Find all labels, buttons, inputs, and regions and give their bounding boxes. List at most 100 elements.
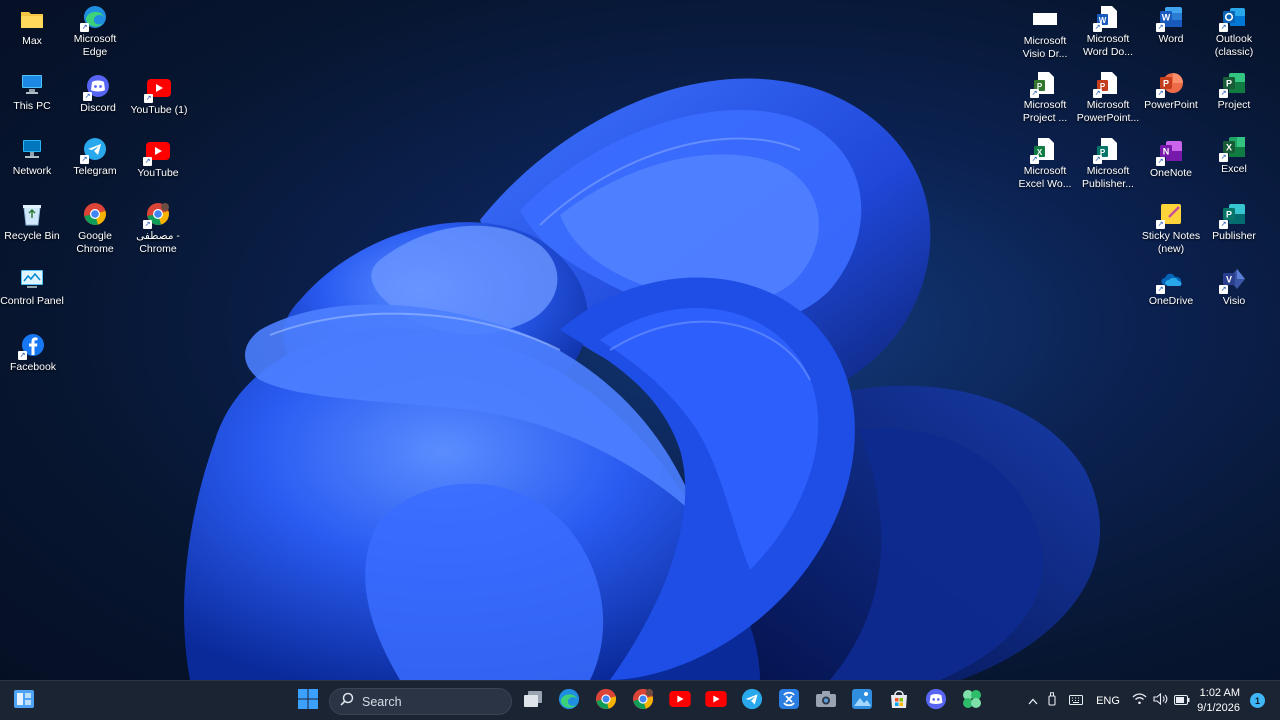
- publisher-file-icon: P ↗: [1093, 136, 1121, 164]
- desktop-icon-telegram[interactable]: ↗ Telegram: [63, 134, 127, 178]
- taskbar-chrome-profile[interactable]: [627, 685, 659, 717]
- desktop-icon-youtube[interactable]: ↗ YouTube: [126, 136, 190, 180]
- facebook-icon: ↗: [18, 332, 46, 360]
- powerpoint-file-icon: P ↗: [1093, 70, 1121, 98]
- folder-icon: [19, 6, 45, 32]
- svg-text:N: N: [1163, 147, 1170, 157]
- task-view-button[interactable]: [517, 685, 549, 717]
- taskbar-telegram[interactable]: [736, 685, 768, 717]
- desktop-icon-publisher[interactable]: P ↗ Publisher: [1202, 199, 1266, 243]
- taskbar-clipchamp[interactable]: [956, 685, 988, 717]
- youtube-icon: ↗: [143, 138, 171, 166]
- taskbar-chrome[interactable]: [590, 685, 622, 717]
- telegram-icon: [741, 688, 763, 715]
- widgets-button[interactable]: [8, 685, 40, 717]
- onenote-icon: N ↗: [1156, 138, 1184, 166]
- desktop-icon-recycle-bin[interactable]: Recycle Bin: [0, 199, 64, 243]
- desktop-icon-visio-drawing[interactable]: Microsoft Visio Dr...: [1013, 4, 1077, 61]
- project-icon: P ↗: [1219, 70, 1247, 98]
- desktop-icon-microsoft-edge[interactable]: ↗ Microsoft Edge: [63, 2, 127, 59]
- recycle-bin-icon: [19, 201, 45, 227]
- desktop-icon-max[interactable]: Max: [0, 4, 64, 48]
- clock-time: 1:02 AM: [1199, 687, 1240, 699]
- notification-badge[interactable]: 1: [1250, 693, 1265, 708]
- taskbar-snipping-tool[interactable]: [773, 685, 805, 717]
- input-language-button[interactable]: ENG: [1094, 681, 1122, 720]
- desktop-icon-excel-file[interactable]: X ↗ Microsoft Excel Wo...: [1013, 134, 1077, 191]
- clock-date: 9/1/2026: [1197, 702, 1240, 714]
- touch-keyboard-button[interactable]: [1066, 681, 1086, 720]
- windows-start-icon: [298, 688, 318, 714]
- chrome-profile-icon: ↗: [143, 201, 171, 229]
- desktop-icon-project[interactable]: P ↗ Project: [1202, 68, 1266, 112]
- excel-file-icon: X ↗: [1030, 136, 1058, 164]
- search-label: Search: [362, 694, 402, 709]
- taskbar-camera[interactable]: [810, 685, 842, 717]
- desktop-icon-visio[interactable]: V ↗ Visio: [1202, 264, 1266, 308]
- desktop-icon-word-document[interactable]: W ↗ Microsoft Word Do...: [1076, 2, 1140, 59]
- photos-icon: [851, 688, 873, 715]
- desktop-icon-onedrive[interactable]: ↗ OneDrive: [1139, 264, 1203, 308]
- desktop-icon-network[interactable]: Network: [0, 134, 64, 178]
- chrome-icon: [82, 201, 108, 227]
- youtube-icon: [705, 690, 727, 712]
- visio-drawing-icon: [1032, 6, 1058, 32]
- taskbar-youtube-1[interactable]: [664, 685, 696, 717]
- desktop-icon-this-pc[interactable]: This PC: [0, 69, 64, 113]
- onedrive-icon: ↗: [1156, 266, 1184, 294]
- taskbar-photos[interactable]: [846, 685, 878, 717]
- desktop-icon-youtube-1[interactable]: ↗ YouTube (1): [127, 73, 191, 117]
- chrome-profile-icon: [632, 688, 654, 715]
- desktop-icon-project-file[interactable]: P ↗ Microsoft Project ...: [1013, 68, 1077, 125]
- desktop-icon-facebook[interactable]: ↗ Facebook: [1, 330, 65, 374]
- publisher-icon: P ↗: [1219, 201, 1247, 229]
- wifi-icon: [1132, 692, 1147, 710]
- svg-text:P: P: [1226, 210, 1232, 220]
- show-hidden-icons-button[interactable]: [1024, 681, 1042, 720]
- svg-text:P: P: [1226, 79, 1232, 89]
- taskbar-edge[interactable]: [553, 685, 585, 717]
- task-view-icon: [523, 690, 543, 713]
- taskbar-microsoft-store[interactable]: [883, 685, 915, 717]
- desktop-icon-control-panel[interactable]: Control Panel: [0, 264, 64, 308]
- desktop-icon-publisher-file[interactable]: P ↗ Microsoft Publisher...: [1076, 134, 1140, 191]
- keyboard-icon: [1069, 692, 1083, 710]
- taskbar-youtube-2[interactable]: [700, 685, 732, 717]
- taskbar-discord[interactable]: [920, 685, 952, 717]
- this-pc-icon: [19, 71, 45, 97]
- search-icon: [340, 692, 354, 711]
- start-button[interactable]: [292, 685, 324, 717]
- desktop-icon-powerpoint-file[interactable]: P ↗ Microsoft PowerPoint...: [1076, 68, 1140, 125]
- svg-text:W: W: [1162, 13, 1171, 23]
- sticky-notes-icon: ↗: [1156, 201, 1184, 229]
- svg-text:V: V: [1226, 275, 1232, 285]
- youtube-icon: ↗: [144, 75, 172, 103]
- youtube-icon: [669, 690, 691, 712]
- usb-device-button[interactable]: [1044, 681, 1060, 720]
- desktop-icon-excel[interactable]: X ↗ Excel: [1202, 132, 1266, 176]
- volume-icon: [1153, 692, 1168, 710]
- network-icon: [19, 136, 45, 162]
- taskbar-search[interactable]: Search: [329, 688, 512, 715]
- edge-icon: [558, 688, 580, 715]
- desktop-icon-chrome-profile[interactable]: ↗ مصطفى - Chrome: [126, 199, 190, 256]
- svg-text:P: P: [1163, 79, 1169, 89]
- microsoft-store-icon: [888, 688, 910, 715]
- desktop-icon-powerpoint[interactable]: P ↗ PowerPoint: [1139, 68, 1203, 112]
- chevron-up-icon: [1028, 692, 1038, 710]
- camera-icon: [815, 689, 837, 714]
- desktop-icon-discord[interactable]: ↗ Discord: [66, 71, 130, 115]
- desktop-icon-onenote[interactable]: N ↗ OneNote: [1139, 136, 1203, 180]
- discord-icon: ↗: [83, 73, 111, 101]
- quick-settings-button[interactable]: [1130, 681, 1192, 720]
- desktop-icon-outlook[interactable]: ↗ Outlook (classic): [1202, 2, 1266, 59]
- powerpoint-icon: P ↗: [1156, 70, 1184, 98]
- desktop-icon-word[interactable]: W ↗ Word: [1139, 2, 1203, 46]
- desktop-icon-sticky-notes[interactable]: ↗ Sticky Notes (new): [1139, 199, 1203, 256]
- outlook-icon: ↗: [1219, 4, 1247, 32]
- snipping-tool-icon: [778, 688, 800, 715]
- widgets-icon: [13, 689, 35, 714]
- control-panel-icon: [19, 266, 45, 292]
- clock-button[interactable]: 1:02 AM 9/1/2026: [1194, 686, 1240, 716]
- desktop-icon-google-chrome[interactable]: Google Chrome: [63, 199, 127, 256]
